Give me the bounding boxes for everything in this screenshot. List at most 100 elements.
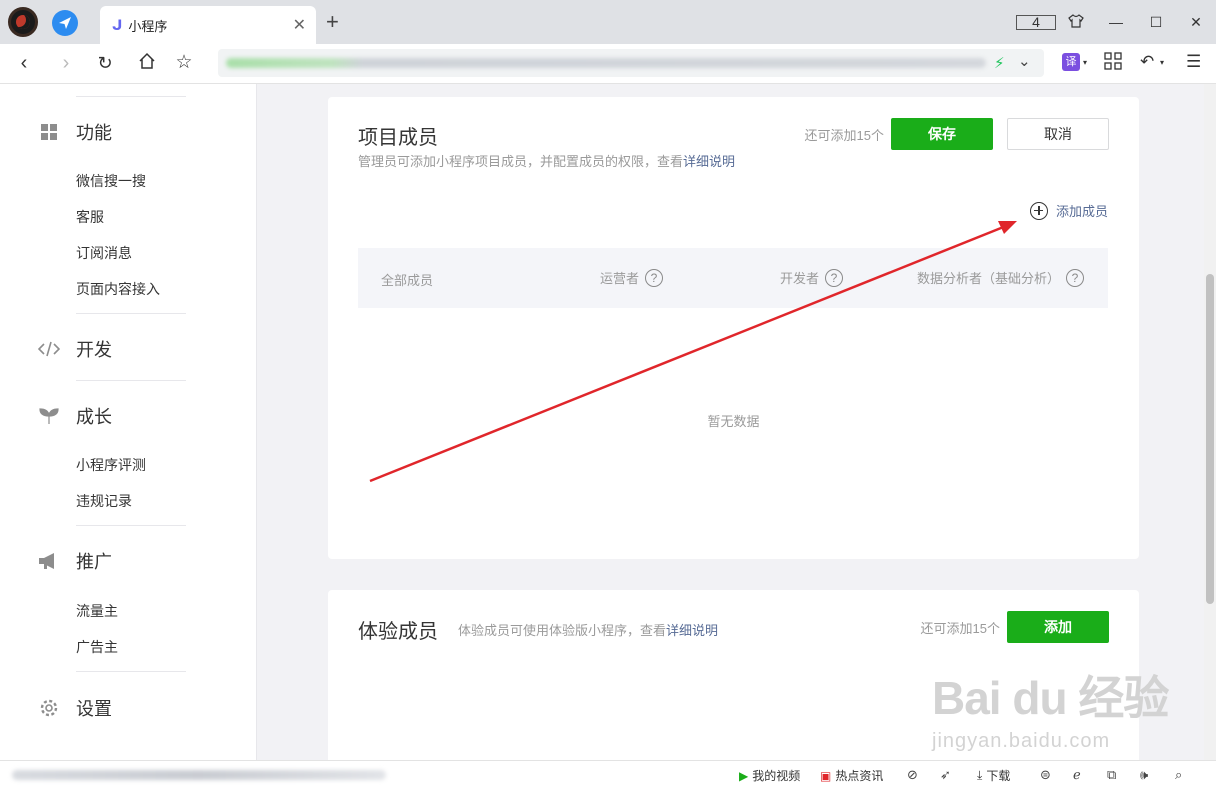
rocket-icon[interactable]: ➶ [940, 767, 951, 783]
sidebar-divider [76, 380, 186, 381]
hot-news-button[interactable]: ▣ 热点资讯 [820, 767, 883, 784]
search-icon[interactable]: ⌕ [1175, 767, 1182, 783]
column-operator[interactable]: 运营者 ? [600, 268, 664, 287]
volume-icon[interactable]: 🕪 [1140, 767, 1148, 783]
sidebar-section-promotion[interactable]: 推广 [38, 548, 112, 574]
sidebar-section-title: 设置 [76, 699, 112, 719]
trial-members-description: 体验成员可使用体验版小程序，查看详细说明 [458, 623, 719, 638]
navigation-plane-icon[interactable] [52, 10, 78, 36]
bookmark-star-icon[interactable]: ☆ [172, 52, 196, 74]
save-button[interactable]: 保存 [891, 118, 993, 150]
sidebar-section-title: 功能 [76, 123, 112, 143]
close-window-icon[interactable]: ✕ [1176, 14, 1216, 31]
sidebar-section-features[interactable]: 功能 [38, 119, 112, 145]
undo-dropdown-icon[interactable]: ▾ [1160, 58, 1164, 67]
refresh-icon[interactable]: ↻ [93, 52, 117, 74]
undo-icon[interactable]: ↶ [1140, 52, 1154, 72]
sidebar-item-subscribe-message[interactable]: 订阅消息 [76, 243, 132, 263]
sidebar-divider [76, 525, 186, 526]
translate-icon[interactable]: 译 [1062, 53, 1080, 71]
lightning-icon[interactable]: ⚡ [994, 54, 1005, 72]
remaining-count: 还可添加15个 [920, 621, 1000, 636]
column-developer[interactable]: 开发者 ? [780, 268, 844, 287]
scrollbar-thumb[interactable] [1206, 274, 1214, 604]
sidebar-item-traffic-owner[interactable]: 流量主 [76, 601, 118, 621]
browser-logo-icon[interactable] [8, 7, 38, 37]
page-scrollbar[interactable] [1204, 84, 1216, 760]
sidebar-section-develop[interactable]: 开发 [38, 336, 112, 362]
forward-icon[interactable]: › [54, 52, 78, 74]
vr-glasses-icon[interactable]: ⊜ [1040, 767, 1051, 783]
sidebar-item-customer-service[interactable]: 客服 [76, 207, 104, 227]
help-question-icon[interactable]: ? [825, 268, 844, 287]
add-member-label: 添加成员 [1055, 204, 1108, 219]
sidebar-item-violation-records[interactable]: 违规记录 [76, 491, 132, 511]
skin-shirt-icon[interactable] [1056, 13, 1096, 31]
baidu-jingyan-watermark: Bai du 经验 [932, 672, 1169, 724]
detail-link[interactable]: 详细说明 [683, 154, 735, 169]
browser-toolbar: ‹ › ↻ ☆ ⚡ ⌄ 译 ▾ ↶ ▾ ☰ [0, 44, 1216, 84]
gear-icon [38, 697, 60, 719]
members-table-header: 全部成员 运营者 ? 开发者 ? 数据分析者（基础分析） ? [358, 248, 1108, 308]
translate-dropdown-icon[interactable]: ▾ [1083, 58, 1087, 67]
sidebar: 功能 微信搜一搜 客服 订阅消息 页面内容接入 开发 成长 小程序评测 违规记录… [0, 84, 257, 760]
cancel-button[interactable]: 取消 [1007, 118, 1109, 150]
sidebar-item-page-content[interactable]: 页面内容接入 [76, 279, 160, 299]
url-text-blurred [226, 58, 986, 68]
play-icon: ▶ [739, 768, 749, 783]
add-button[interactable]: 添加 [1007, 611, 1109, 643]
help-question-icon[interactable]: ? [645, 268, 664, 287]
empty-state-text: 暂无数据 [707, 414, 760, 429]
column-all-members[interactable]: 全部成员 [381, 270, 433, 289]
close-tab-icon[interactable]: ✕ [293, 15, 306, 35]
project-members-card: 项目成员 管理员可添加小程序项目成员，并配置成员的权限，查看详细说明 还可添加1… [328, 97, 1139, 559]
column-data-analyst[interactable]: 数据分析者（基础分析） ? [917, 268, 1085, 287]
miniprogram-icon: ᒍ [112, 16, 123, 33]
tab-miniprogram[interactable]: ᒍ 小程序 ✕ [100, 6, 316, 44]
chevron-down-icon[interactable]: ⌄ [1018, 52, 1031, 70]
grid-icon [38, 121, 60, 143]
window-icon[interactable]: ⧉ [1107, 767, 1116, 783]
tab-title: 小程序 [128, 18, 168, 34]
download-icon: ⤓ [977, 768, 983, 782]
sidebar-section-settings[interactable]: 设置 [38, 695, 112, 721]
code-icon [38, 338, 60, 360]
maximize-icon[interactable]: ☐ [1136, 14, 1176, 31]
browser-status-bar: ▶ 我的视频 ▣ 热点资讯 ⊘ ➶ ⤓ 下载 ⊜ ℯ ⧉ 🕪 ⌕ [0, 760, 1216, 788]
minimize-icon[interactable]: — [1096, 14, 1136, 30]
project-members-title: 项目成员 [358, 127, 438, 149]
sidebar-item-advertiser[interactable]: 广告主 [76, 637, 118, 657]
sidebar-item-evaluation[interactable]: 小程序评测 [76, 455, 146, 475]
new-tab-button[interactable]: + [326, 10, 339, 34]
ie-icon[interactable]: ℯ [1073, 767, 1081, 783]
back-icon[interactable]: ‹ [12, 52, 36, 74]
url-input[interactable]: ⚡ ⌄ [218, 49, 1044, 77]
add-circle-icon [1029, 201, 1048, 220]
sidebar-section-title: 开发 [76, 340, 112, 360]
tab-count-button[interactable]: 4 [1016, 14, 1056, 30]
sidebar-divider [76, 671, 186, 672]
window-controls: 4 — ☐ ✕ [1016, 0, 1216, 44]
news-icon: ▣ [820, 768, 832, 783]
sidebar-section-growth[interactable]: 成长 [38, 403, 112, 429]
home-icon[interactable] [135, 52, 159, 75]
my-videos-button[interactable]: ▶ 我的视频 [739, 767, 800, 784]
apps-grid-icon[interactable] [1104, 52, 1122, 75]
menu-icon[interactable]: ☰ [1186, 52, 1201, 72]
sidebar-item-wechat-search[interactable]: 微信搜一搜 [76, 171, 146, 191]
speed-icon[interactable]: ⊘ [907, 767, 918, 783]
sidebar-divider [76, 96, 186, 97]
project-members-description: 管理员可添加小程序项目成员，并配置成员的权限，查看详细说明 [358, 154, 736, 169]
sprout-icon [38, 405, 60, 427]
browser-tab-bar: ᒍ 小程序 ✕ + 4 — ☐ ✕ [0, 0, 1216, 44]
add-member-button[interactable]: 添加成员 [1029, 201, 1108, 220]
sidebar-section-title: 推广 [76, 552, 112, 572]
download-button[interactable]: ⤓ 下载 [977, 767, 1010, 784]
watermark-url: jingyan.baidu.com [932, 730, 1111, 752]
sidebar-divider [76, 313, 186, 314]
sidebar-section-title: 成长 [76, 407, 112, 427]
help-question-icon[interactable]: ? [1066, 268, 1085, 287]
trial-members-title: 体验成员 [358, 621, 438, 643]
detail-link[interactable]: 详细说明 [666, 623, 718, 638]
status-text-blurred [12, 770, 386, 780]
